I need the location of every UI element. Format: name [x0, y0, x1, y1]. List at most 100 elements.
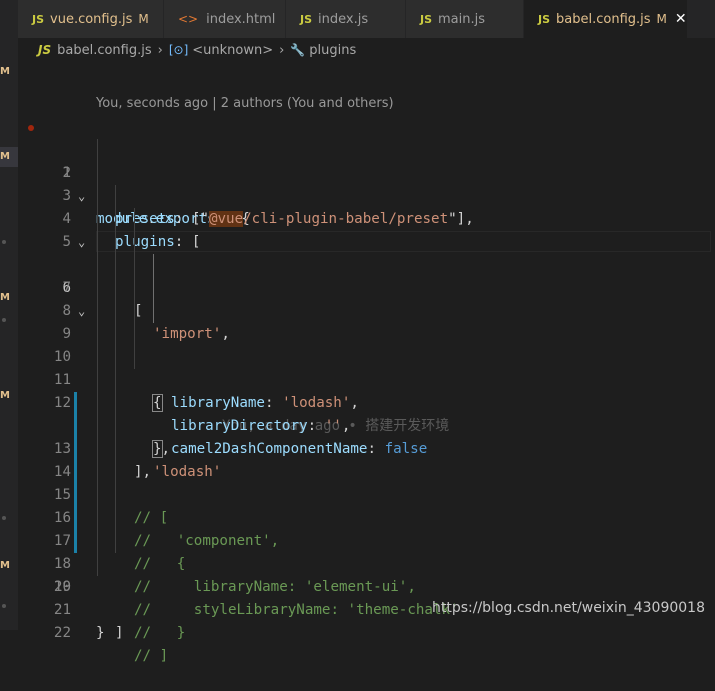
git-change-bar[interactable]	[74, 507, 77, 530]
indent-guide	[115, 507, 116, 530]
code-line: 13 // [	[18, 392, 715, 526]
git-change-bar[interactable]	[74, 461, 77, 484]
code-editor[interactable]: 1 ⌄ module.exports = { 2 presets: ["@vue…	[18, 116, 715, 664]
indent-guide	[134, 346, 135, 369]
tab-vue-config[interactable]: JS vue.config.js M	[18, 0, 164, 38]
tab-bar-empty	[688, 0, 715, 38]
current-line-highlight	[96, 231, 711, 252]
code-line: 11 'lodash'	[18, 346, 715, 480]
indent-guide	[97, 507, 98, 530]
chevron-right-icon: ›	[157, 42, 163, 58]
git-change-bar[interactable]	[74, 415, 77, 438]
indent-guide	[115, 484, 116, 507]
indent-guide	[97, 392, 98, 415]
tab-index-js[interactable]: JS index.js	[286, 0, 406, 38]
js-file-icon: JS	[300, 12, 313, 26]
code-line: 14 // 'component',	[18, 415, 715, 549]
js-file-icon: JS	[538, 12, 551, 26]
tab-babel-config[interactable]: JS babel.config.js M ✕	[524, 0, 688, 38]
indent-guide	[115, 254, 116, 277]
breadcrumb-file[interactable]: babel.config.js	[57, 43, 152, 58]
indent-guide	[115, 277, 116, 300]
indent-guide	[115, 323, 116, 346]
breakpoint-icon[interactable]	[28, 125, 34, 131]
indent-guide	[115, 415, 116, 438]
git-blame-header[interactable]: You, seconds ago | 2 authors (You and ot…	[96, 96, 394, 111]
indent-guide	[97, 369, 98, 392]
code-line: 20 ]	[18, 553, 715, 641]
js-file-icon: JS	[38, 43, 52, 57]
indent-guide-active	[153, 254, 154, 277]
indent-guide	[115, 231, 116, 254]
code-line: 9 camel2DashComponentName: false	[18, 300, 715, 457]
indent-guide	[97, 231, 98, 254]
code-line: 7 libraryName: 'lodash',	[18, 254, 715, 411]
indent-guide	[97, 185, 98, 208]
code-line: 15 // {	[18, 438, 715, 572]
indent-guide	[134, 300, 135, 323]
code-line: 18 // }	[18, 507, 715, 641]
code-line: 8 libraryDirectory: '',	[18, 277, 715, 434]
code-line: 19 // ]	[18, 530, 715, 664]
modified-marker: M	[0, 66, 10, 77]
code-line: 5 'import',	[18, 208, 715, 342]
js-file-icon: JS	[420, 12, 433, 26]
breadcrumb: JS babel.config.js › [⊙] <unknown> › 🔧 p…	[38, 40, 356, 60]
tab-index-html[interactable]: <> index.html	[164, 0, 286, 38]
indent-guide	[134, 231, 135, 254]
indent-guide	[97, 346, 98, 369]
code-line: 2 presets: ["@vue/cli-plugin-babel/prese…	[18, 139, 715, 227]
indent-guide	[97, 162, 98, 185]
breadcrumb-item[interactable]: plugins	[309, 43, 356, 58]
indicator-dot	[2, 240, 6, 244]
modified-marker: M	[0, 151, 10, 162]
indent-guide	[97, 415, 98, 438]
indent-guide	[115, 208, 116, 231]
indent-guide	[115, 530, 116, 553]
indent-guide	[134, 208, 135, 231]
indent-guide-active	[153, 277, 154, 300]
indent-guide	[134, 277, 135, 300]
code-line-current: 6 ⌄ { You, a day ago • 搭建开发环境	[18, 231, 715, 434]
tab-main-js[interactable]: JS main.js	[406, 0, 524, 38]
indent-guide	[97, 277, 98, 300]
indent-guide	[97, 553, 98, 576]
modified-badge: M	[138, 12, 149, 26]
indent-guide	[115, 346, 116, 369]
git-change-bar[interactable]	[74, 438, 77, 461]
indicator-dot	[2, 604, 6, 608]
code-line: 12 ],	[18, 369, 715, 480]
indent-guide	[115, 369, 116, 392]
html-file-icon: <>	[178, 12, 199, 26]
git-change-bar[interactable]	[74, 484, 77, 507]
indent-guide	[97, 484, 98, 507]
code-line: 1 ⌄ module.exports = {	[18, 116, 715, 227]
indent-guide	[97, 323, 98, 346]
wrench-icon: 🔧	[290, 43, 306, 57]
indent-guide	[115, 300, 116, 323]
indent-guide	[115, 392, 116, 415]
modified-badge: M	[656, 12, 667, 26]
indent-guide	[97, 438, 98, 461]
breadcrumb-symbol[interactable]: <unknown>	[192, 43, 273, 58]
tab-bar: JS vue.config.js M <> index.html JS inde…	[18, 0, 715, 38]
indent-guide	[97, 300, 98, 323]
modified-marker: M	[0, 292, 10, 303]
indent-guide	[115, 438, 116, 461]
code-line: 17 // styleLibraryName: 'theme-chalk'	[18, 484, 715, 618]
git-change-bar[interactable]	[74, 530, 77, 553]
symbol-namespace-icon: [⊙]	[168, 43, 189, 57]
indicator-dot	[2, 318, 6, 322]
git-change-bar[interactable]	[74, 392, 77, 415]
indent-guide	[134, 323, 135, 346]
close-icon[interactable]: ✕	[675, 11, 687, 27]
indicator-dot	[2, 516, 6, 520]
watermark: https://blog.csdn.net/weixin_43090018	[431, 600, 705, 616]
modified-marker: M	[0, 560, 10, 571]
indent-guide	[115, 461, 116, 484]
code-line: 3 plugins: [	[18, 162, 715, 250]
explorer-strip: M M M M M	[0, 0, 18, 630]
indent-guide	[97, 530, 98, 553]
indent-guide-active	[153, 300, 154, 323]
indent-guide	[97, 208, 98, 231]
